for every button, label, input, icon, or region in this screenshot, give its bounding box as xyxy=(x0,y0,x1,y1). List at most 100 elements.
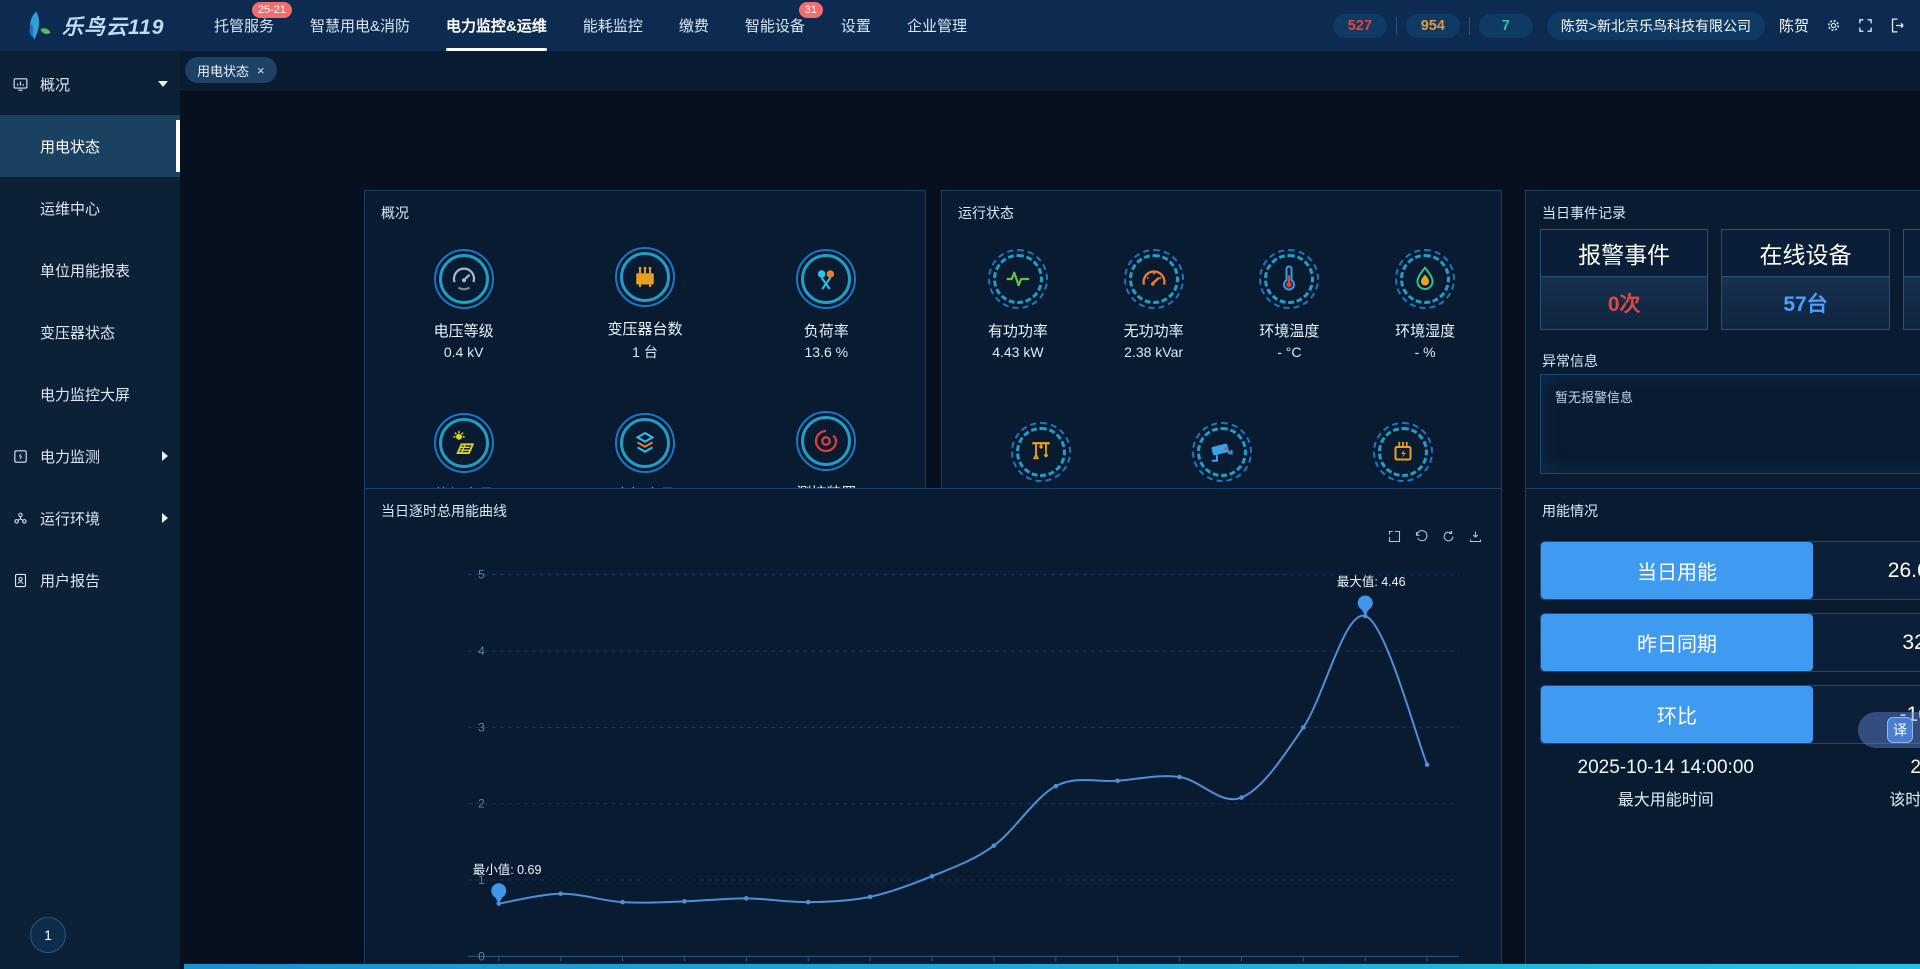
panel-title: 运行状态 xyxy=(958,203,1014,223)
sidebar-section-label: 用户报告 xyxy=(40,570,100,591)
logo-icon xyxy=(20,9,54,43)
metric-value: 4.43 kW xyxy=(992,344,1043,360)
sidebar-item[interactable]: 单位用能报表 xyxy=(0,239,180,301)
nav-item[interactable]: 缴费 xyxy=(679,0,709,51)
sidebar-item-label: 变压器状态 xyxy=(40,322,115,343)
metric-label: 无功功率 xyxy=(1124,320,1184,341)
nav-item[interactable]: 能耗监控 xyxy=(583,0,643,51)
metric-card[interactable]: 环境温度- °C xyxy=(1259,249,1319,360)
event-card[interactable]: 失联设备0台 xyxy=(1903,229,1920,330)
brand[interactable]: 乐鸟云119 xyxy=(0,9,180,43)
metric-card[interactable]: 变压器台数 1 台 xyxy=(607,247,682,362)
event-card-label: 失联设备 xyxy=(1904,230,1920,277)
nav-item-label: 能耗监控 xyxy=(583,15,643,36)
panel-title: 概况 xyxy=(381,203,409,223)
panel-title: 用能情况 xyxy=(1542,501,1598,521)
sidebar-section[interactable]: 运行环境 xyxy=(0,487,180,549)
metric-ring xyxy=(988,249,1048,309)
sidebar-section[interactable]: 概况 xyxy=(0,53,180,115)
nav-item[interactable]: 25-21托管服务 xyxy=(214,0,274,51)
metric-value: 1 台 xyxy=(632,342,658,362)
divider xyxy=(1469,17,1470,35)
loadrate-icon xyxy=(811,264,841,294)
sidebar-item[interactable]: 变压器状态 xyxy=(0,301,180,363)
energy-row-button[interactable]: 环比 xyxy=(1541,686,1813,743)
chevron-down-icon xyxy=(158,81,168,87)
translate-widget[interactable]: 译 xyxy=(1858,712,1920,748)
sidebar-section-label: 概况 xyxy=(40,74,70,95)
chevron-right-icon xyxy=(162,513,168,523)
chart-restore-icon[interactable] xyxy=(1414,529,1429,544)
svg-text:最大值: 4.46: 最大值: 4.46 xyxy=(1337,574,1406,589)
metric-row: 有功功率 4.43 kW 无功功率2.38 kVar 环境温度- °C 环境湿度- % xyxy=(950,223,1493,387)
nav-item-badge: 31 xyxy=(799,2,823,18)
metric-card[interactable]: 电压等级0.4 kV xyxy=(434,249,494,360)
svg-text:5: 5 xyxy=(478,568,485,582)
metric-ring xyxy=(615,247,675,307)
energy-curve-chart[interactable]: 01234500:0001:0002:0003:0004:0005:0006:0… xyxy=(365,489,1501,969)
metric-card[interactable]: 负荷率13.6 % xyxy=(796,249,856,360)
nav-item[interactable]: 智慧用电&消防 xyxy=(310,0,410,51)
metric-value: - °C xyxy=(1277,344,1301,360)
energy-row-button[interactable]: 昨日同期 xyxy=(1541,614,1813,671)
sidebar-section[interactable]: 用户报告 xyxy=(0,549,180,611)
power-at-max-time-value: 2.51 kW xyxy=(1910,757,1920,779)
tab-power-status[interactable]: 用电状态 × xyxy=(185,57,277,83)
horizontal-scrollbar[interactable] xyxy=(184,964,1920,969)
metric-card[interactable]: 无功功率2.38 kVar xyxy=(1124,249,1184,360)
metric-label: 环境湿度 xyxy=(1395,320,1455,341)
metric-card[interactable]: 有功功率 4.43 kW xyxy=(988,249,1048,360)
nav-item[interactable]: 设置 xyxy=(841,0,871,51)
nav-item-label: 托管服务 xyxy=(214,15,274,36)
chart-download-icon[interactable] xyxy=(1468,529,1483,544)
metric-ring xyxy=(1011,422,1071,482)
page-indicator-badge[interactable]: 1 xyxy=(30,917,66,953)
event-card-label: 在线设备 xyxy=(1722,230,1888,277)
metric-card[interactable]: 环境湿度- % xyxy=(1395,249,1455,360)
event-card-label: 报警事件 xyxy=(1541,230,1707,277)
nav-item[interactable]: 企业管理 xyxy=(907,0,967,51)
close-icon[interactable]: × xyxy=(257,63,265,78)
sidebar-item[interactable]: 用电状态 xyxy=(0,115,180,177)
company-selector[interactable]: 陈贺>新北京乐鸟科技有限公司 xyxy=(1547,12,1765,40)
max-energy-time: 2025-10-14 14:00:00 最大用能时间 xyxy=(1526,757,1806,810)
energy-row-button[interactable]: 当日用能 xyxy=(1541,542,1813,599)
metric-ring xyxy=(434,249,494,309)
divider xyxy=(1396,17,1397,35)
power-at-max-time: 2.51 kW 该时间有功功率 xyxy=(1806,757,1920,810)
sidebar-item[interactable]: 电力监控大屏 xyxy=(0,363,180,425)
nav-actions xyxy=(1825,17,1906,34)
chevron-right-icon xyxy=(162,451,168,461)
gear-icon[interactable] xyxy=(1825,17,1842,34)
metric-label: 变压器台数 xyxy=(607,318,682,339)
counter-badge[interactable]: 954 xyxy=(1406,14,1460,38)
top-navbar: 乐鸟云119 25-21托管服务 智慧用电&消防 电力监控&运维 能耗监控 缴费 31智能… xyxy=(0,0,1920,51)
event-card[interactable]: 在线设备57台 xyxy=(1721,229,1889,330)
energy-footer: 2025-10-14 14:00:00 最大用能时间 2.51 kW 该时间有功… xyxy=(1526,757,1920,810)
sidebar-section[interactable]: 电力监测 xyxy=(0,425,180,487)
translate-icon[interactable]: 译 xyxy=(1887,717,1913,743)
chart-zoom-icon[interactable] xyxy=(1387,529,1402,544)
drop-icon xyxy=(1410,264,1440,294)
counter-badge[interactable]: 527 xyxy=(1333,14,1387,38)
transformer2-icon xyxy=(1388,437,1418,467)
fullscreen-icon[interactable] xyxy=(1857,17,1874,34)
pulse-icon xyxy=(1003,264,1033,294)
metric-ring xyxy=(434,413,494,473)
sidebar-item[interactable]: 运维中心 xyxy=(0,177,180,239)
brand-name: 乐鸟云119 xyxy=(62,11,164,41)
metric-label: 有功功率 xyxy=(988,320,1048,341)
nav-item-label: 智能设备 xyxy=(745,15,805,36)
metric-row: 电压等级0.4 kV 变压器台数 1 台 负荷率13.6 % xyxy=(373,223,917,387)
nav-item-label: 智慧用电&消防 xyxy=(310,15,410,36)
logout-icon[interactable] xyxy=(1889,17,1906,34)
main-content: 概况 电压等级0.4 kV变压器台数1 台负荷率13.6 %装机容量500 kV… xyxy=(180,90,1920,969)
nav-item[interactable]: 31智能设备 xyxy=(745,0,805,51)
nav-item[interactable]: 电力监控&运维 xyxy=(446,0,547,51)
chart-refresh-icon[interactable] xyxy=(1441,529,1456,544)
event-card[interactable]: 报警事件0次 xyxy=(1540,229,1708,330)
sidebar-menu: 概况用电状态运维中心单位用能报表变压器状态电力监控大屏电力监测运行环境用户报告 xyxy=(0,53,180,611)
counter-badge[interactable]: 7 xyxy=(1479,14,1533,38)
gauge-icon xyxy=(449,264,479,294)
username[interactable]: 陈贺 xyxy=(1779,15,1809,36)
